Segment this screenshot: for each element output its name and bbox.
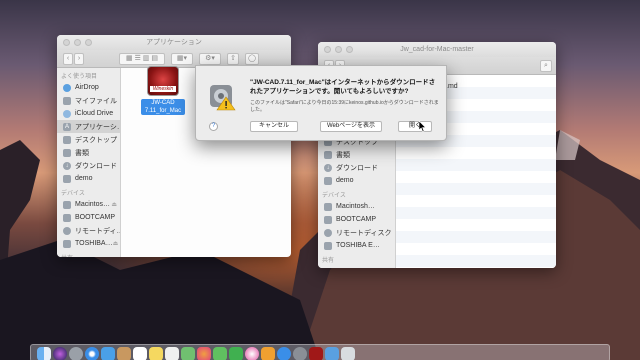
desktop-icon — [63, 135, 71, 144]
downloads-stack-dock-icon[interactable] — [325, 347, 339, 360]
app-name-label[interactable]: JW-CAD 7.11_for_Mac — [141, 99, 185, 115]
disk-icon — [324, 215, 332, 224]
finder-sidebar: よく使う項目 AirDrop マイファイル iCloud Drive A アプリケ… — [57, 68, 121, 257]
window-title: Jw_cad-for-Mac-master — [400, 46, 474, 53]
tag-icon[interactable]: ◯ — [245, 53, 259, 65]
search-icon[interactable]: ⌕ — [540, 60, 552, 72]
sidebar-item-toshiba[interactable]: TOSHIBA… ⏏ — [57, 237, 120, 250]
disk-icon — [324, 241, 332, 250]
back-button[interactable]: ‹ — [63, 53, 73, 65]
sidebar-section-shared: 共有 — [57, 250, 120, 257]
maps-dock-icon[interactable] — [181, 347, 195, 360]
disk-icon — [324, 202, 332, 211]
action-gear-icon[interactable]: ⚙▾ — [199, 53, 221, 65]
remote-disk-icon — [63, 226, 71, 235]
file-name-fragment[interactable]: .md — [446, 83, 458, 90]
finder-titlebar: アプリケーション — [57, 35, 291, 50]
all-files-icon — [63, 96, 71, 105]
facetime-dock-icon[interactable] — [229, 347, 243, 360]
sidebar-item-home[interactable]: demo — [318, 174, 395, 187]
cancel-button[interactable]: キャンセル — [250, 121, 298, 132]
airdrop-icon — [63, 83, 71, 92]
sidebar-item-toshiba[interactable]: TOSHIBA E… — [318, 239, 395, 252]
sidebar-item-all-files[interactable]: マイファイル — [57, 94, 120, 107]
sidebar-item-downloads[interactable]: ↓ ダウンロード — [57, 159, 120, 172]
trash-dock-icon[interactable] — [341, 347, 355, 360]
gatekeeper-warning-icon — [210, 85, 236, 111]
window-controls[interactable] — [63, 39, 92, 46]
itunes-dock-icon[interactable] — [245, 347, 259, 360]
sidebar-item-home[interactable]: demo — [57, 172, 120, 185]
share-icon[interactable]: ⇧ — [227, 53, 239, 65]
mouse-pointer-icon — [419, 121, 427, 132]
documents-icon — [324, 150, 332, 159]
sidebar-item-bootcamp[interactable]: BOOTCAMP — [57, 211, 120, 224]
sidebar-section-devices: デバイス — [322, 193, 346, 199]
sidebar-item-desktop[interactable]: デスクトップ — [57, 133, 120, 146]
sidebar-item-airdrop[interactable]: AirDrop — [57, 81, 120, 94]
downloads-icon: ↓ — [63, 161, 71, 170]
eject-icon[interactable]: ⏏ — [111, 201, 117, 208]
window-title: アプリケーション — [146, 39, 202, 46]
sidebar-item-downloads[interactable]: ↓ ダウンロード — [318, 161, 395, 174]
sidebar-item-applications[interactable]: A アプリケーシ… — [57, 120, 120, 133]
eject-icon[interactable]: ⏏ — [113, 240, 119, 247]
calendar-dock-icon[interactable] — [133, 347, 147, 360]
cloud-icon — [63, 109, 71, 118]
arrange-button[interactable]: ▦▾ — [171, 53, 193, 65]
sidebar-item-remote-disc[interactable]: リモートディ… — [57, 224, 120, 237]
sidebar-item-bootcamp[interactable]: BOOTCAMP — [318, 213, 395, 226]
dialog-title: "JW-CAD.7.11_for_Mac"はインターネットからダウンロードされた… — [250, 79, 436, 95]
disk-icon — [63, 200, 71, 209]
contacts-dock-icon[interactable] — [117, 347, 131, 360]
remote-disk-icon — [324, 228, 332, 237]
view-mode-icons[interactable]: ▦ ☰ ▥ ▤ — [119, 53, 165, 65]
jw-cad-app-icon[interactable]: Wineskin — [147, 66, 179, 96]
forward-button[interactable]: › — [74, 53, 84, 65]
finder-dock-icon[interactable] — [37, 347, 51, 360]
sidebar-section-devices: デバイス — [61, 191, 85, 197]
sidebar-item-documents[interactable]: 書類 — [318, 148, 395, 161]
sidebar-item-icloud[interactable]: iCloud Drive — [57, 107, 120, 120]
launchpad-dock-icon[interactable] — [69, 347, 83, 360]
system-preferences-dock-icon[interactable] — [293, 347, 307, 360]
mail-dock-icon[interactable] — [101, 347, 115, 360]
wineskin-badge: Wineskin — [150, 86, 176, 92]
reminders-dock-icon[interactable] — [165, 347, 179, 360]
help-button[interactable]: ? — [209, 122, 218, 131]
disk-icon — [63, 213, 71, 222]
ibooks-dock-icon[interactable] — [261, 347, 275, 360]
sidebar-section-shared: 共有 — [322, 258, 335, 264]
sidebar-item-macintosh-hd[interactable]: Macintos… ⏏ — [57, 198, 120, 211]
dock — [30, 344, 610, 360]
home-icon — [324, 176, 332, 185]
safari-dock-icon[interactable] — [85, 347, 99, 360]
messages-dock-icon[interactable] — [213, 347, 227, 360]
gatekeeper-alert-dialog: "JW-CAD.7.11_for_Mac"はインターネットからダウンロードされた… — [195, 65, 447, 141]
sidebar-section-favorites: よく使う項目 — [61, 74, 98, 80]
dialog-message: このファイルは"Safari"により今日の15:39にkeinos.github… — [250, 100, 439, 113]
show-webpage-button[interactable]: Webページを表示 — [320, 121, 382, 132]
sidebar-item-remote-disc[interactable]: リモートディスク — [318, 226, 395, 239]
documents-icon — [63, 148, 71, 157]
photos-dock-icon[interactable] — [197, 347, 211, 360]
window-controls[interactable] — [324, 46, 353, 53]
finder-titlebar: Jw_cad-for-Mac-master — [318, 42, 556, 57]
jw-cad-dock-icon[interactable] — [309, 347, 323, 360]
sidebar-item-documents[interactable]: 書類 — [57, 146, 120, 159]
applications-icon: A — [63, 122, 71, 131]
disk-icon — [63, 239, 71, 248]
app-store-dock-icon[interactable] — [277, 347, 291, 360]
downloads-icon: ↓ — [324, 163, 332, 172]
siri-dock-icon[interactable] — [53, 347, 67, 360]
notes-dock-icon[interactable] — [149, 347, 163, 360]
sidebar-item-macintosh-hd[interactable]: Macintosh… — [318, 200, 395, 213]
home-icon — [63, 174, 71, 183]
